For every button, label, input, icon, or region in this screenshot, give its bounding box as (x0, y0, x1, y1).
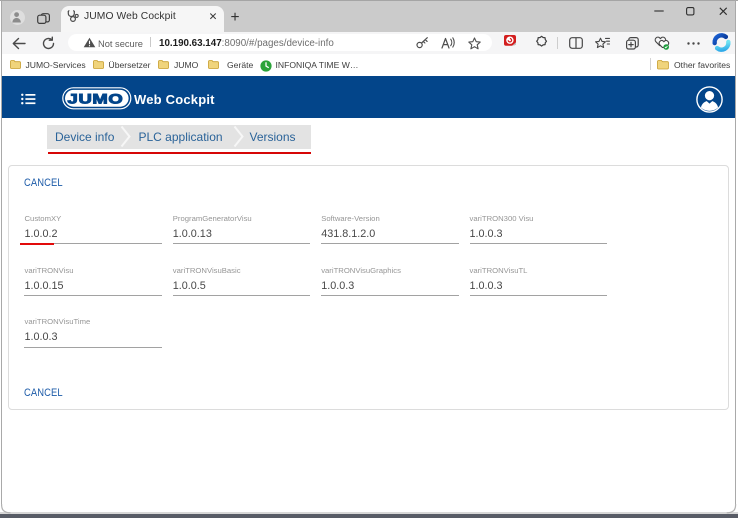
svg-text:JUMO: JUMO (68, 91, 124, 107)
